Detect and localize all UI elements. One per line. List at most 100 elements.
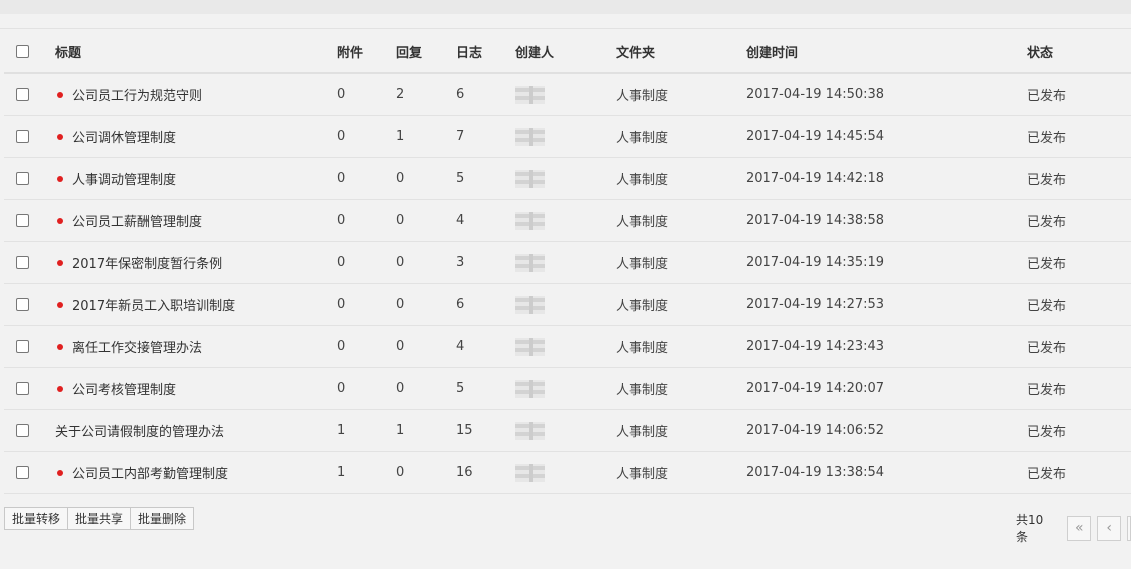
row-checkbox[interactable] [16,256,29,269]
table-row[interactable]: 公司考核管理制度 0 0 5 人事制度 2017-04-19 14:20:07 已发布 [4,368,1131,410]
creator-avatar [515,127,545,146]
row-logs: 7 [456,129,465,144]
header-creator[interactable]: 创建人 [515,30,554,72]
row-checkbox[interactable] [16,340,29,353]
row-replies: 0 [396,255,405,270]
row-checkbox[interactable] [16,424,29,437]
double-chevron-left-icon: « [1075,520,1084,536]
select-all-checkbox[interactable] [16,44,29,58]
creator-avatar [515,253,545,272]
row-checkbox[interactable] [16,88,29,101]
creator-avatar [515,295,545,314]
row-logs: 4 [456,213,465,228]
table-row[interactable]: 公司调休管理制度 0 1 7 人事制度 2017-04-19 14:45:54 已发布 [4,116,1131,158]
row-title-cell: 2017年保密制度暂行条例 [55,242,222,283]
batch-move-button[interactable]: 批量转移 [4,507,69,530]
unread-dot-icon [57,343,63,350]
row-title-link[interactable]: 公司调休管理制度 [72,127,176,146]
row-title-link[interactable]: 2017年保密制度暂行条例 [72,253,222,272]
row-creator-cell [515,74,545,115]
table-row[interactable]: 关于公司请假制度的管理办法 1 1 15 人事制度 2017-04-19 14:06:52… [4,410,1131,452]
row-title-cell: 关于公司请假制度的管理办法 [55,410,224,451]
header-replies[interactable]: 回复 [396,30,422,72]
row-replies: 0 [396,171,405,186]
header-attachments[interactable]: 附件 [337,30,363,72]
row-select-cell [16,200,29,241]
row-logs: 15 [456,423,473,438]
row-select-cell [16,116,29,157]
row-attachments: 1 [337,423,346,438]
pagination: 共10条 « ‹ [1016,511,1131,545]
row-select-cell [16,158,29,199]
row-creator-cell [515,284,545,325]
row-folder: 人事制度 [616,215,669,230]
row-logs: 5 [456,171,465,186]
row-replies: 1 [396,423,405,438]
prev-page-button[interactable]: ‹ [1097,515,1122,541]
row-logs: 4 [456,339,465,354]
row-folder: 人事制度 [616,257,669,272]
row-creator-cell [515,158,545,199]
row-status: 已发布 [1027,173,1067,188]
row-checkbox[interactable] [16,130,29,143]
row-created-time: 2017-04-19 14:50:38 [746,87,885,102]
unread-dot-icon [57,91,63,98]
row-status: 已发布 [1027,257,1067,272]
row-attachments: 0 [337,87,346,102]
document-table: 标题 附件 回复 日志 创建人 文件夹 创建时间 状态 公司员工行为规范守则 0 2… [4,30,1131,494]
table-row[interactable]: 公司员工内部考勤管理制度 1 0 16 人事制度 2017-04-19 13:38:54 已… [4,452,1131,494]
header-created-time[interactable]: 创建时间 [746,30,798,72]
row-replies: 0 [396,339,405,354]
row-title-cell: 公司员工行为规范守则 [55,74,202,115]
header-folder[interactable]: 文件夹 [616,30,655,72]
row-title-link[interactable]: 公司考核管理制度 [72,379,176,398]
table-row[interactable]: 公司员工薪酬管理制度 0 0 4 人事制度 2017-04-19 14:38:58 已发布 [4,200,1131,242]
row-checkbox[interactable] [16,214,29,227]
row-checkbox[interactable] [16,298,29,311]
row-select-cell [16,326,29,367]
row-created-time: 2017-04-19 14:45:54 [746,129,885,144]
table-row[interactable]: 人事调动管理制度 0 0 5 人事制度 2017-04-19 14:42:18 已发布 [4,158,1131,200]
unread-dot-icon [57,385,63,392]
header-status[interactable]: 状态 [1027,30,1053,72]
row-title-link[interactable]: 公司员工行为规范守则 [72,85,202,104]
next-page-button[interactable] [1127,515,1131,541]
row-folder: 人事制度 [616,131,669,146]
row-attachments: 0 [337,213,346,228]
header-title[interactable]: 标题 [55,30,81,72]
row-title-link[interactable]: 人事调动管理制度 [72,169,176,188]
row-title-link[interactable]: 关于公司请假制度的管理办法 [55,421,224,440]
top-bar [0,0,1131,14]
row-checkbox[interactable] [16,172,29,185]
unread-dot-icon [57,301,63,308]
row-title-link[interactable]: 公司员工内部考勤管理制度 [72,463,228,482]
table-row[interactable]: 2017年新员工入职培训制度 0 0 6 人事制度 2017-04-19 14:27:53… [4,284,1131,326]
table-row[interactable]: 2017年保密制度暂行条例 0 0 3 人事制度 2017-04-19 14:35:19 已… [4,242,1131,284]
row-title-link[interactable]: 离任工作交接管理办法 [72,337,202,356]
header-logs[interactable]: 日志 [456,30,482,72]
batch-share-button[interactable]: 批量共享 [67,507,132,530]
row-attachments: 0 [337,129,346,144]
table-row[interactable]: 公司员工行为规范守则 0 2 6 人事制度 2017-04-19 14:50:38 已发布 [4,74,1131,116]
row-replies: 0 [396,381,405,396]
first-page-button[interactable]: « [1067,515,1092,541]
row-status: 已发布 [1027,467,1067,482]
table-row[interactable]: 离任工作交接管理办法 0 0 4 人事制度 2017-04-19 14:23:43 已发布 [4,326,1131,368]
row-title-cell: 离任工作交接管理办法 [55,326,202,367]
row-title-cell: 公司员工薪酬管理制度 [55,200,202,241]
row-title-cell: 公司考核管理制度 [55,368,176,409]
row-folder: 人事制度 [616,383,669,398]
row-checkbox[interactable] [16,466,29,479]
row-attachments: 1 [337,465,346,480]
row-title-cell: 2017年新员工入职培训制度 [55,284,235,325]
row-title-link[interactable]: 2017年新员工入职培训制度 [72,295,235,314]
row-created-time: 2017-04-19 14:42:18 [746,171,885,186]
row-creator-cell [515,326,545,367]
row-created-time: 2017-04-19 14:27:53 [746,297,885,312]
row-status: 已发布 [1027,89,1067,104]
row-creator-cell [515,242,545,283]
batch-delete-button[interactable]: 批量删除 [130,507,195,530]
row-checkbox[interactable] [16,382,29,395]
row-folder: 人事制度 [616,89,669,104]
row-title-link[interactable]: 公司员工薪酬管理制度 [72,211,202,230]
